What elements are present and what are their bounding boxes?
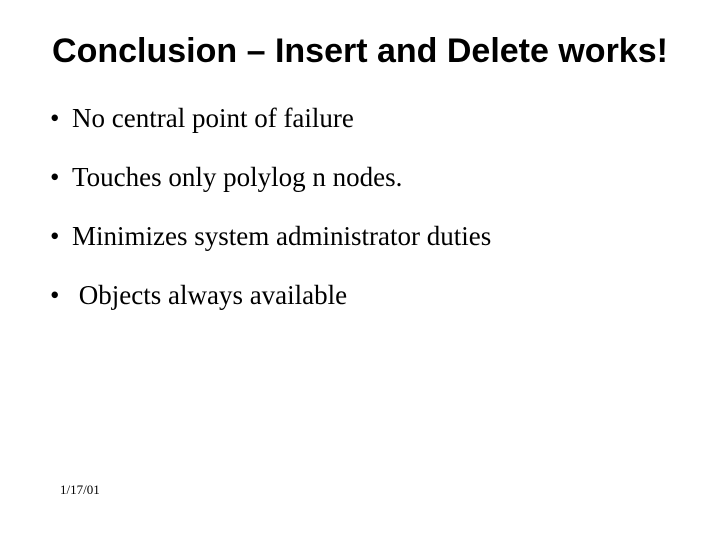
bullet-list: •No central point of failure •Touches on… [50,101,670,313]
footer-date: 1/17/01 [60,482,100,498]
bullet-icon: • [50,278,72,313]
slide: Conclusion – Insert and Delete works! •N… [0,0,720,540]
bullet-icon: • [50,160,72,195]
bullet-text: No central point of failure [72,103,354,133]
bullet-icon: • [50,219,72,254]
list-item: •Minimizes system administrator duties [50,219,670,254]
bullet-text: Touches only polylog n nodes. [72,162,402,192]
bullet-text: Objects always available [72,280,347,310]
slide-title: Conclusion – Insert and Delete works! [50,30,670,73]
bullet-icon: • [50,101,72,136]
list-item: •Touches only polylog n nodes. [50,160,670,195]
list-item: • Objects always available [50,278,670,313]
bullet-text: Minimizes system administrator duties [72,221,491,251]
list-item: •No central point of failure [50,101,670,136]
